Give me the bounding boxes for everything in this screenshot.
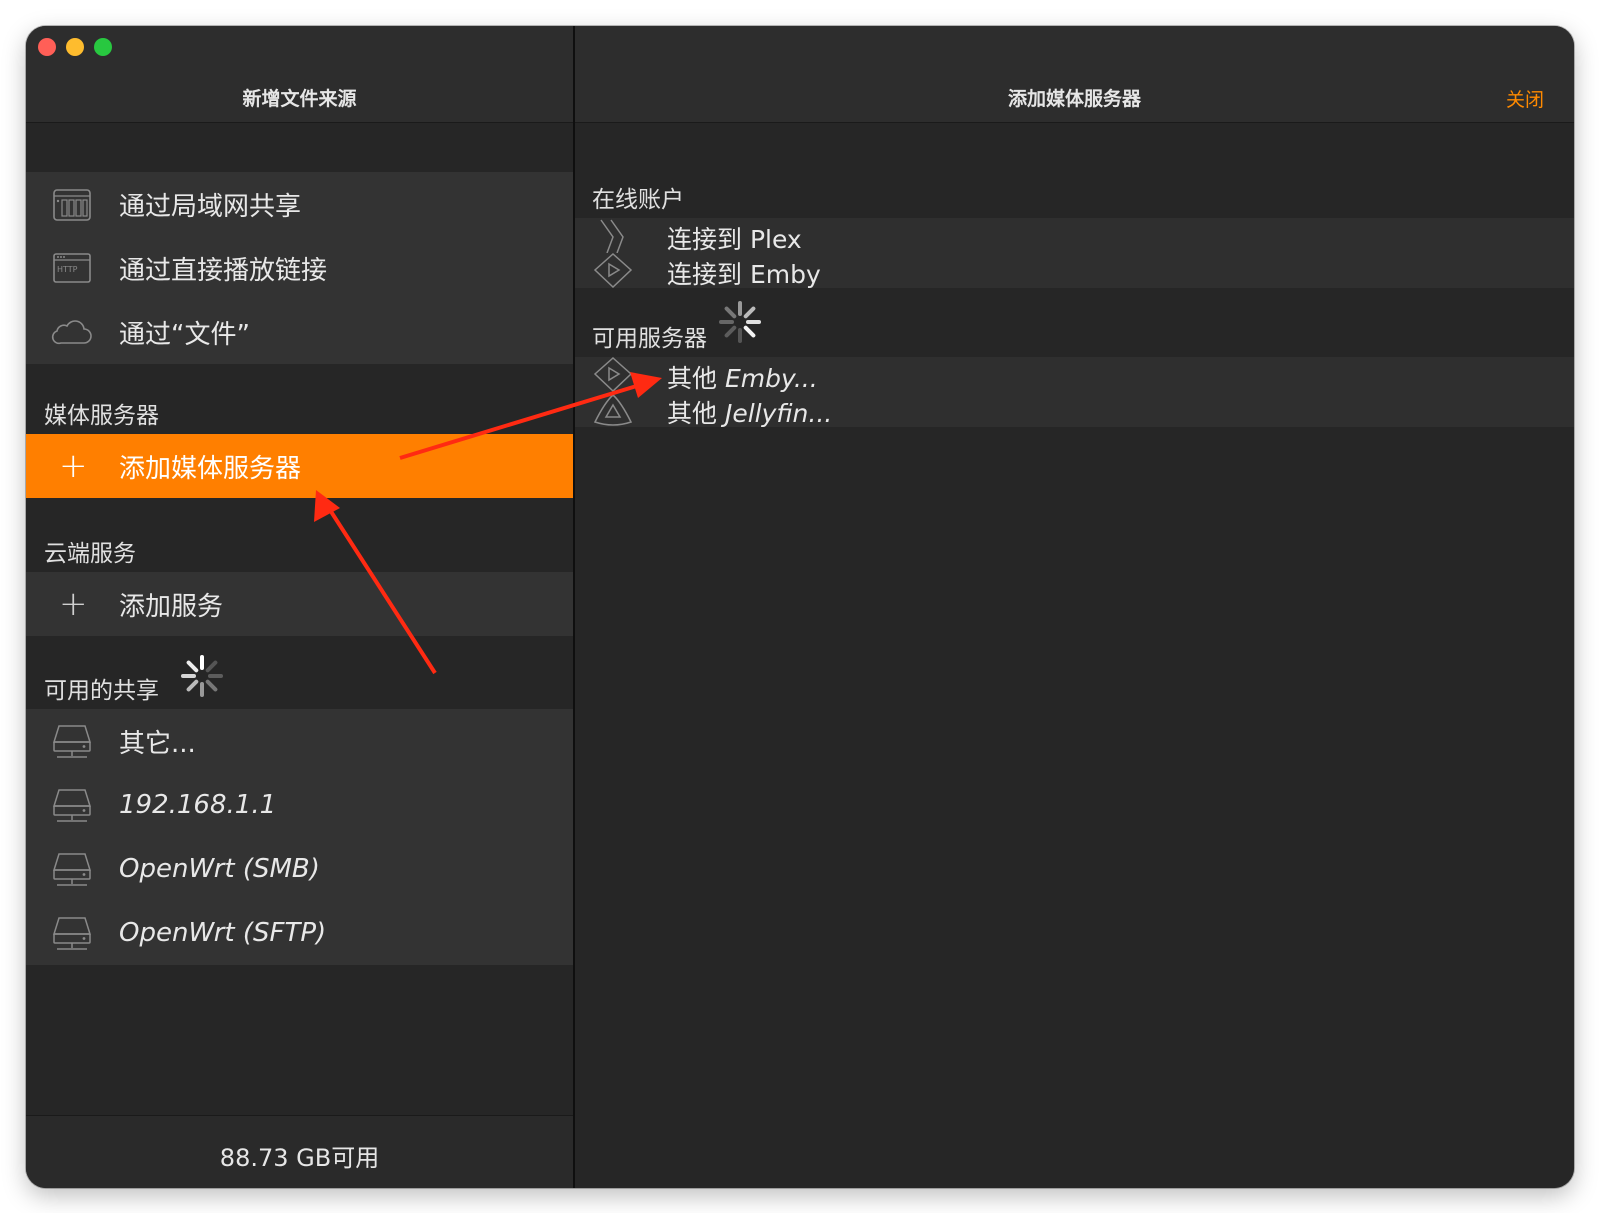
close-window-button[interactable]	[38, 38, 56, 56]
server-icon	[51, 913, 93, 953]
server-icon	[51, 849, 93, 889]
servers-section-title: 可用服务器	[592, 326, 707, 352]
source-item-lan[interactable]: 通过局域网共享	[26, 172, 573, 236]
other-jellyfin-item[interactable]: 其他 Jellyfin...	[575, 392, 1574, 428]
loading-spinner-icon	[178, 652, 226, 704]
connect-emby-item[interactable]: 连接到 Emby	[575, 252, 1574, 289]
share-item[interactable]: 192.168.1.1	[26, 773, 573, 837]
http-icon: HTTP	[51, 248, 93, 288]
sidebar-title: 新增文件来源	[242, 88, 357, 110]
source-item-files[interactable]: 通过“文件”	[26, 300, 573, 364]
jellyfin-icon	[591, 392, 635, 427]
media-section-title: 媒体服务器	[44, 403, 159, 429]
server-icon	[51, 785, 93, 825]
add-service-label: 添加服务	[119, 591, 224, 622]
window-controls	[38, 38, 112, 56]
add-service-button[interactable]: + 添加服务	[26, 572, 573, 636]
emby-icon	[591, 356, 635, 393]
server-icon	[51, 721, 93, 761]
share-item[interactable]: OpenWrt (SMB)	[26, 837, 573, 901]
connect-emby-label: 连接到 Emby	[667, 260, 821, 289]
main-title: 添加媒体服务器	[1007, 88, 1141, 110]
main-header: 添加媒体服务器 关闭	[575, 26, 1574, 123]
plus-icon: +	[59, 446, 88, 486]
cloud-section-title: 云端服务	[44, 541, 136, 567]
app-window: 新增文件来源 通过局域网共享 HTTP 通过直接播放链接 通过“文件” 媒体服务…	[26, 26, 1574, 1188]
shares-list: 其它... 192.168.1.1 OpenWrt (SMB) OpenWrt …	[26, 709, 573, 965]
other-emby-item[interactable]: 其他 Emby...	[575, 356, 1574, 393]
source-item-label: 通过直接播放链接	[119, 255, 328, 286]
svg-text:HTTP: HTTP	[57, 265, 78, 274]
sidebar: 新增文件来源 通过局域网共享 HTTP 通过直接播放链接 通过“文件” 媒体服务…	[26, 26, 573, 1188]
connect-plex-item[interactable]: 连接到 Plex	[575, 218, 1574, 254]
share-item[interactable]: 其它...	[26, 709, 573, 773]
online-accounts-list: 连接到 Plex 连接到 Emby	[575, 218, 1574, 289]
source-item-http[interactable]: HTTP 通过直接播放链接	[26, 236, 573, 300]
share-item-label: 192.168.1.1	[119, 790, 277, 820]
available-servers-list: 其他 Emby... 其他 Jellyfin...	[575, 356, 1574, 428]
share-item-label: OpenWrt (SFTP)	[119, 918, 327, 948]
plus-icon: +	[59, 584, 88, 624]
online-section-title: 在线账户	[592, 187, 684, 213]
other-jellyfin-label: 其他 Jellyfin...	[667, 399, 833, 428]
cloud-service-list: + 添加服务	[26, 572, 573, 636]
other-emby-label: 其他 Emby...	[667, 364, 818, 393]
source-item-label: 通过局域网共享	[119, 191, 302, 222]
close-button[interactable]: 关闭	[1506, 85, 1544, 112]
main-pane: 添加媒体服务器 关闭 在线账户 连接到 Plex 连接到 Emby 可用服务器 …	[575, 26, 1574, 1188]
shares-section-title: 可用的共享	[44, 678, 159, 704]
connect-plex-label: 连接到 Plex	[667, 225, 802, 254]
source-list: 通过局域网共享 HTTP 通过直接播放链接 通过“文件”	[26, 172, 573, 364]
source-item-label: 通过“文件”	[119, 319, 250, 350]
share-item[interactable]: OpenWrt (SFTP)	[26, 901, 573, 965]
share-item-label: OpenWrt (SMB)	[119, 854, 320, 884]
loading-spinner-icon	[716, 298, 764, 350]
nas-icon	[51, 184, 93, 224]
cloud-icon	[51, 312, 93, 352]
storage-footer: 88.73 GB可用	[26, 1115, 573, 1188]
zoom-window-button[interactable]	[94, 38, 112, 56]
share-item-label: 其它...	[119, 728, 196, 759]
add-media-server-label: 添加媒体服务器	[119, 453, 302, 484]
minimize-window-button[interactable]	[66, 38, 84, 56]
emby-icon	[591, 252, 635, 289]
storage-available-text: 88.73 GB可用	[219, 1144, 380, 1172]
add-media-server-button[interactable]: + 添加媒体服务器	[26, 434, 573, 498]
plex-icon	[591, 218, 635, 254]
